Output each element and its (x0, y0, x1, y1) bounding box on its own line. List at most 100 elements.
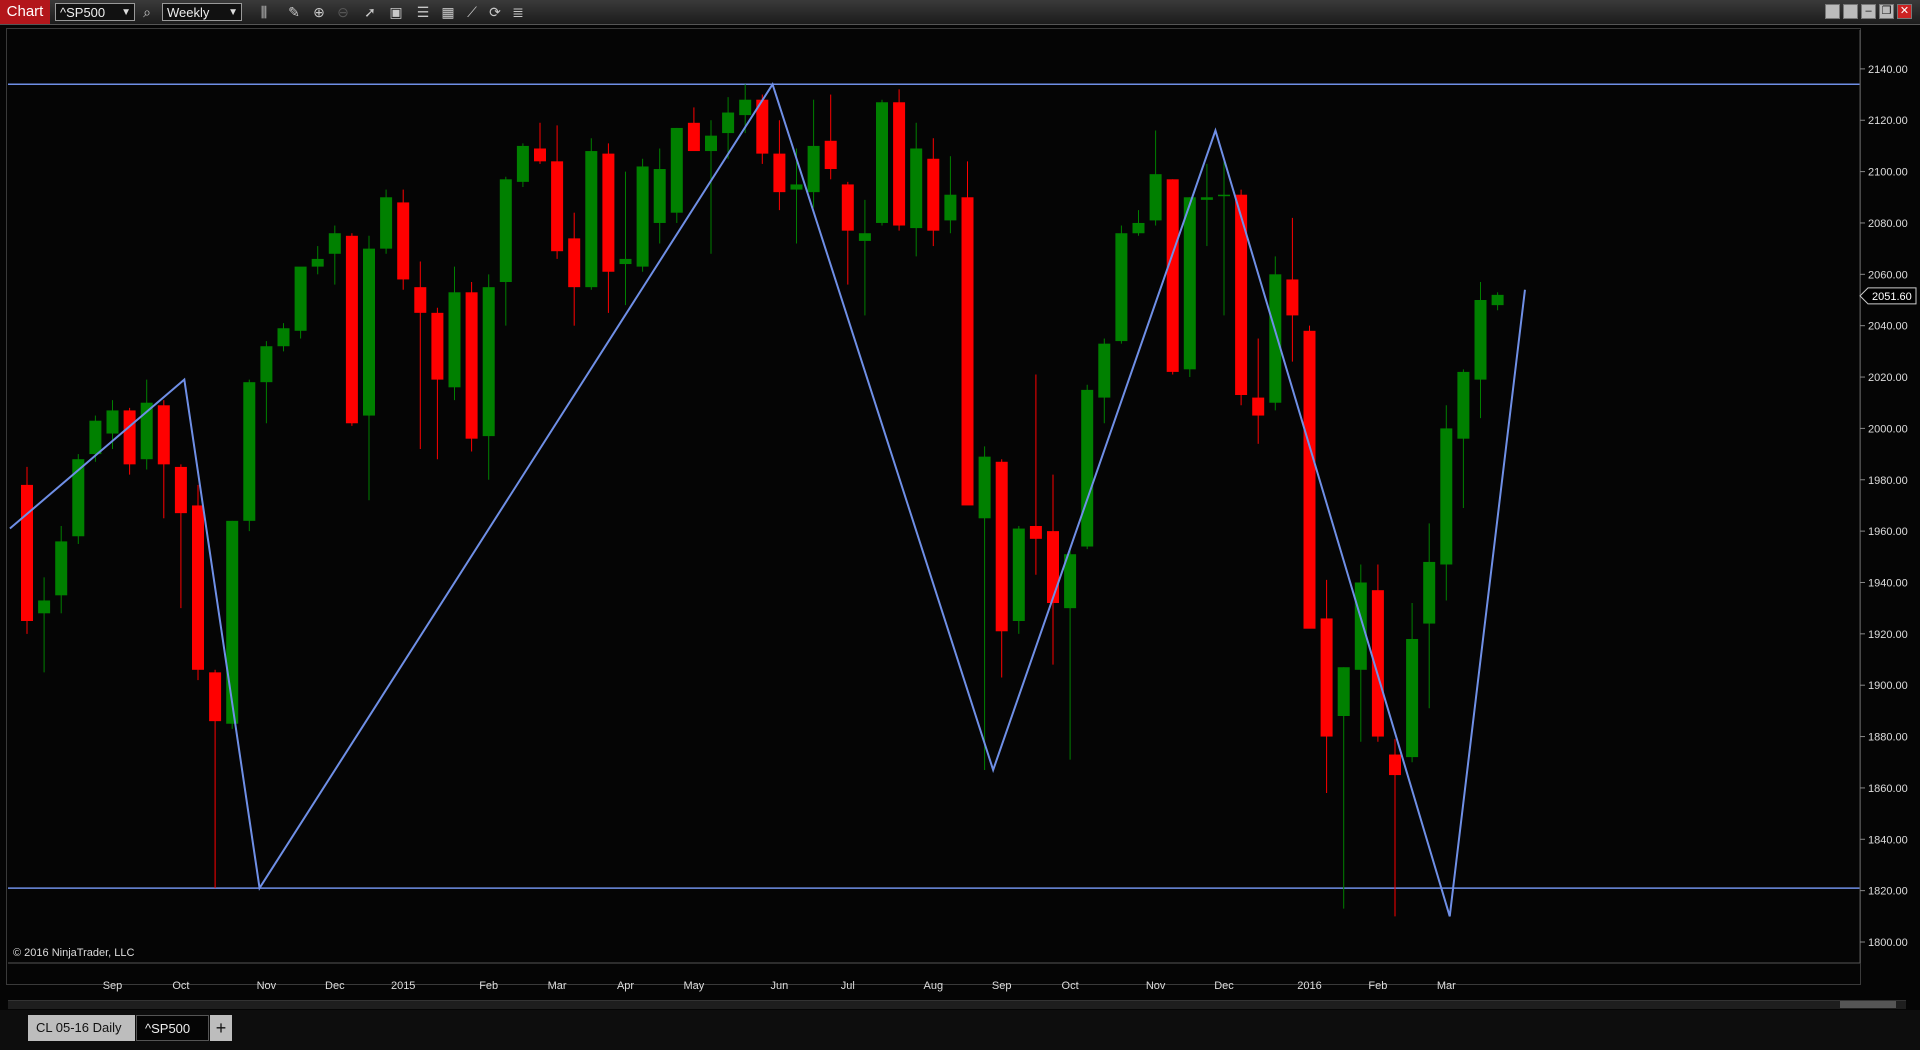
time-tick-label: Jun (771, 980, 789, 992)
candle-body (1132, 222, 1145, 234)
candle-body (21, 484, 33, 621)
candle-body (328, 233, 341, 254)
candle-body (1012, 528, 1025, 621)
candle-body (568, 238, 581, 288)
candle-body (414, 287, 427, 313)
candle-body (858, 233, 871, 241)
candle-body (534, 148, 546, 162)
price-tick-label: 2060.00 (1868, 269, 1908, 281)
candle-body (89, 420, 102, 455)
candle-body (1269, 274, 1282, 403)
candle-body (1491, 294, 1504, 306)
candle-body (602, 153, 615, 272)
time-tick-label: Nov (1146, 980, 1166, 992)
candle-body (841, 184, 854, 231)
time-tick-label: Mar (1437, 980, 1456, 992)
candle-body (174, 466, 187, 514)
price-tick-label: 1880.00 (1868, 732, 1908, 744)
candle-body (465, 292, 478, 439)
price-tick-label: 1980.00 (1868, 475, 1908, 487)
price-tick-label: 1820.00 (1868, 886, 1908, 898)
candle-body (363, 248, 375, 416)
candle-body (893, 102, 906, 226)
candle-body (739, 99, 752, 116)
candle-body (876, 102, 888, 223)
candle-body (431, 312, 444, 380)
candle-body (619, 258, 632, 265)
candle-body (687, 122, 700, 152)
time-tick-label: Oct (1062, 980, 1079, 992)
price-tick-label: 1920.00 (1868, 629, 1908, 641)
candle-body (1218, 194, 1230, 197)
candle-body (106, 410, 119, 434)
candle-body (1474, 300, 1487, 380)
candle-body (397, 202, 410, 280)
candle-body (277, 328, 290, 347)
candle-body (1183, 197, 1196, 370)
time-tick-label: Dec (325, 980, 345, 992)
time-tick-label: May (684, 980, 705, 992)
candle-body (516, 145, 529, 182)
candle-body (790, 184, 803, 190)
zigzag-line (9, 81, 1526, 917)
candle-body (1098, 343, 1111, 398)
candle-body (38, 600, 51, 614)
tab-sp500[interactable]: ^SP500 (136, 1015, 209, 1041)
candle-body (157, 405, 170, 465)
time-tick-label: 2015 (391, 980, 415, 992)
candle-body (123, 410, 136, 465)
candle-body (209, 672, 222, 722)
time-tick-label: Apr (617, 980, 634, 992)
candle-body (961, 197, 974, 506)
candle-body (380, 197, 393, 249)
time-tick-label: Feb (479, 980, 498, 992)
candle-body (1389, 754, 1401, 776)
candle-body (1440, 428, 1453, 565)
candle-body (1081, 389, 1094, 547)
candle-body (824, 140, 837, 170)
price-tick-label: 2040.00 (1868, 321, 1908, 333)
candle-body (773, 153, 786, 193)
time-tick-label: Feb (1368, 980, 1387, 992)
price-tick-label: 1960.00 (1868, 526, 1908, 538)
candle-body (448, 292, 461, 388)
price-tick-label: 1800.00 (1868, 937, 1908, 949)
candle-body (1423, 561, 1436, 624)
time-tick-label: 2016 (1297, 980, 1321, 992)
time-tick-label: Jul (841, 980, 855, 992)
price-tick-label: 2080.00 (1868, 218, 1908, 230)
candle-body (705, 135, 717, 152)
candle-body (636, 166, 649, 267)
candle-body (192, 505, 204, 670)
candle-body (345, 235, 358, 424)
add-tab-button[interactable]: + (210, 1015, 232, 1041)
candle-body (1337, 667, 1350, 717)
candle-body (311, 258, 324, 267)
time-tick-label: Sep (992, 980, 1012, 992)
price-tick-label: 2120.00 (1868, 115, 1908, 127)
price-tick-label: 2140.00 (1868, 64, 1908, 76)
price-tick-label: 1840.00 (1868, 834, 1908, 846)
last-price-label: 2051.60 (1872, 291, 1912, 303)
candle-body (670, 127, 683, 213)
candle-body (499, 179, 512, 283)
scrollbar-thumb[interactable] (1840, 1001, 1896, 1008)
price-tick-label: 2100.00 (1868, 167, 1908, 179)
candle-body (910, 148, 923, 229)
horizontal-scrollbar[interactable] (8, 1000, 1906, 1009)
candle-body (653, 169, 666, 223)
time-tick-label: Aug (924, 980, 944, 992)
time-tick-label: Mar (548, 980, 567, 992)
candle-body (260, 346, 273, 383)
candle-body (551, 161, 564, 252)
time-tick-label: Dec (1214, 980, 1234, 992)
candle-body (1029, 525, 1042, 539)
candle-body (226, 520, 239, 724)
candle-body (1115, 233, 1128, 342)
time-tick-label: Nov (257, 980, 277, 992)
time-tick-label: Oct (172, 980, 189, 992)
tab-cl-daily[interactable]: CL 05-16 Daily (28, 1015, 135, 1041)
price-chart[interactable]: 2140.00 2120.00 2100.00 2080.00 2060.00 2040.… (0, 0, 1920, 1000)
price-tick-label: 2000.00 (1868, 423, 1908, 435)
candle-body (482, 287, 495, 437)
